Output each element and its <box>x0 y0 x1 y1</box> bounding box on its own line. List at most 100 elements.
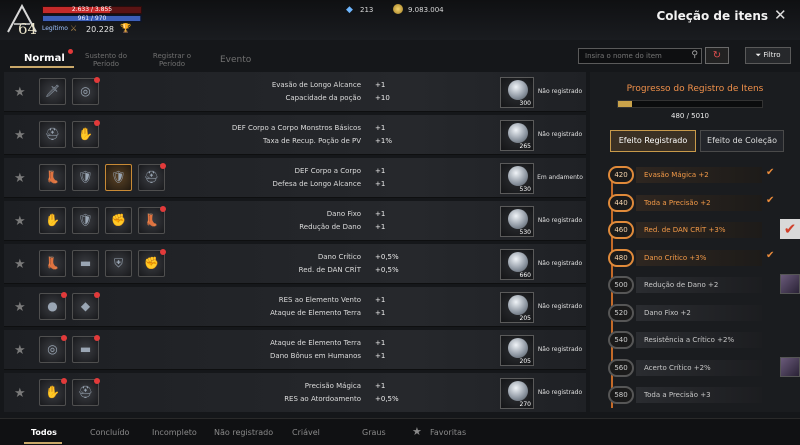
stat-value: +1 <box>375 124 386 132</box>
registered-effect-button[interactable]: Efeito Registrado <box>610 130 696 152</box>
filter-incomplete[interactable]: Incompleto <box>152 428 197 437</box>
filter-grades[interactable]: Graus <box>362 428 386 437</box>
bonus-milestone: 540 Resistência a Crítico +2% <box>608 331 794 350</box>
favorite-star-icon[interactable]: ★ <box>14 128 26 143</box>
registration-progress-text: 480 / 5010 <box>671 112 709 120</box>
collection-effect-button[interactable]: Efeito de Coleção <box>700 130 784 152</box>
stat-value: +1 <box>375 309 386 317</box>
collection-row[interactable]: ★ ✋ 🛡 ✊ 👢 Dano Fixo +1 Redução de Dano +1 530 Não … <box>4 201 586 241</box>
filter-button[interactable]: ⏷ Filtro <box>745 47 791 64</box>
registration-cost-slot[interactable]: 265 <box>500 120 534 151</box>
favorite-star-icon[interactable]: ★ <box>14 343 26 358</box>
item-slot[interactable]: ◎ <box>72 77 100 105</box>
favorite-star-icon[interactable]: ★ <box>14 257 26 272</box>
item-slot[interactable]: ● <box>39 292 67 320</box>
glove-icon: ✊ <box>111 213 126 227</box>
silver-coin-icon <box>508 123 528 143</box>
item-slot[interactable]: ⛑ <box>72 378 100 406</box>
collection-row[interactable]: ★ ⛑ ✋ DEF Corpo a Corpo Monstros Básicos +1 T… <box>4 115 586 155</box>
filter-craftable[interactable]: Criável <box>292 428 320 437</box>
filter-underline <box>24 442 62 444</box>
item-slot[interactable]: ✊ <box>138 249 166 277</box>
bonus-label: Resistência a Crítico +2% <box>636 332 762 348</box>
selected-check-icon[interactable]: ✔ <box>780 219 800 239</box>
item-slot[interactable]: 🛡 <box>72 207 99 234</box>
favorite-star-icon[interactable]: ★ <box>14 214 26 229</box>
collection-row[interactable]: ★ ◎ ▬ Ataque de Elemento Terra +1 Dano Bônus … <box>4 330 586 370</box>
registration-cost-slot[interactable]: 530 <box>500 163 534 194</box>
item-slot[interactable]: ✊ <box>105 207 132 234</box>
stat-name: Redução de Dano <box>299 223 361 231</box>
trophy-icon[interactable]: 🏆 <box>120 24 131 34</box>
silver-coin-icon <box>508 381 528 401</box>
search-input[interactable] <box>579 49 701 63</box>
item-slot[interactable]: 👢 <box>138 206 166 234</box>
registration-cost-slot[interactable]: 205 <box>500 292 534 323</box>
belt-icon: ▬ <box>79 342 92 356</box>
filter-favorites[interactable]: Favoritas <box>430 428 466 437</box>
item-slot[interactable]: ✋ <box>39 207 66 234</box>
favorite-star-icon[interactable]: ★ <box>14 386 26 401</box>
favorite-star-icon[interactable]: ★ <box>14 171 26 186</box>
item-slot[interactable]: ⛑ <box>138 163 166 191</box>
search-box[interactable]: ⚲ <box>578 48 702 64</box>
registration-cost-slot[interactable]: 300 <box>500 77 534 108</box>
item-slot[interactable]: ⛨ <box>105 250 132 277</box>
legit-label: Legítimo <box>42 25 68 32</box>
stat-name: DEF Corpo a Corpo Monstros Básicos <box>231 124 361 132</box>
glove-icon: ✊ <box>144 256 159 270</box>
tab-normal[interactable]: Normal <box>24 54 65 64</box>
bonus-milestone: 580 Toda a Precisão +3 <box>608 386 794 405</box>
favorite-star-icon[interactable]: ★ <box>14 85 26 100</box>
registration-cost-slot[interactable]: 270 <box>500 378 534 409</box>
item-slot[interactable]: 🗡 <box>39 78 66 105</box>
registration-status: Não registrado <box>537 131 583 138</box>
item-slot[interactable]: 🛡 <box>105 164 132 191</box>
stat-name: Dano Bônus em Humanos <box>270 352 361 360</box>
close-icon[interactable]: ✕ <box>774 6 787 24</box>
new-badge <box>61 292 67 298</box>
new-badge <box>94 77 100 83</box>
stat-value: +1 <box>375 382 386 390</box>
collection-row[interactable]: ★ 👢 🛡 🛡 ⛑ DEF Corpo a Corpo +1 Defesa de Longo … <box>4 158 586 198</box>
filter-completed[interactable]: Concluído <box>90 428 129 437</box>
favorite-star-icon[interactable]: ★ <box>14 300 26 315</box>
item-slot[interactable]: ◎ <box>39 335 67 363</box>
stat-value: +1 <box>375 210 386 218</box>
filter-label: Filtro <box>763 51 781 59</box>
collection-row[interactable]: ★ 🗡 ◎ Evasão de Longo Alcance +1 Capacidade d… <box>4 72 586 112</box>
item-slot[interactable]: ✋ <box>39 378 67 406</box>
registration-cost-slot[interactable]: 530 <box>500 206 534 237</box>
collection-row[interactable]: ★ ✋ ⛑ Precisão Mágica +1 RES ao Atordoamento +… <box>4 373 586 412</box>
filter-all[interactable]: Todos <box>31 428 57 437</box>
reward-thumbnail[interactable] <box>780 274 800 294</box>
top-hud: 64 2.633 / 3.855 961 / 970 Legítimo ⚔ 20… <box>0 0 800 40</box>
item-slot[interactable]: 👢 <box>39 164 66 191</box>
item-slot[interactable]: ▬ <box>72 335 100 363</box>
bonus-milestone: 440 Toda a Precisão +2 ✔ <box>608 193 794 213</box>
stat-name: DEF Corpo a Corpo <box>294 167 361 175</box>
registration-cost-slot[interactable]: 660 <box>500 249 534 280</box>
item-slot[interactable]: ◆ <box>72 292 100 320</box>
collection-list[interactable]: ★ 🗡 ◎ Evasão de Longo Alcance +1 Capacidade d… <box>4 72 586 412</box>
cost-count: 265 <box>519 143 531 150</box>
item-slot[interactable]: 👢 <box>39 250 66 277</box>
collection-row[interactable]: ★ ● ◆ RES ao Elemento Vento +1 Ataque de Elem… <box>4 287 586 327</box>
tab-register-period[interactable]: Registrar o Período <box>148 52 196 68</box>
milestone-number: 420 <box>608 166 634 184</box>
tab-period-support[interactable]: Sustento do Período <box>82 52 130 68</box>
tab-event[interactable]: Evento <box>220 56 251 65</box>
registration-cost-slot[interactable]: 205 <box>500 335 534 366</box>
reward-thumbnail[interactable] <box>780 356 800 377</box>
search-icon[interactable]: ⚲ <box>691 50 698 60</box>
collection-row[interactable]: ★ 👢 ▬ ⛨ ✊ Dano Crítico +0,5% Red. de DAN CRÍT +0… <box>4 244 586 284</box>
filter-unregistered[interactable]: Não registrado <box>214 428 273 437</box>
reset-button[interactable]: ↻ <box>705 47 729 64</box>
star-icon[interactable]: ★ <box>412 425 422 438</box>
item-slot[interactable]: ⛑ <box>39 121 66 148</box>
item-slot[interactable]: ▬ <box>72 250 99 277</box>
hp-text: 2.633 / 3.855 <box>71 6 113 13</box>
registration-panel: Progresso do Registro de Itens 480 / 501… <box>590 72 800 412</box>
item-slot[interactable]: 🛡 <box>72 164 99 191</box>
item-slot[interactable]: ✋ <box>72 120 100 148</box>
